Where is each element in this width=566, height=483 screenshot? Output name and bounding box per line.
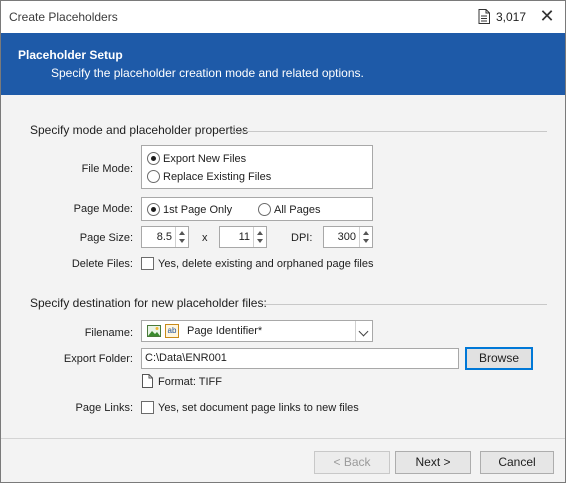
next-button[interactable]: Next >: [395, 451, 471, 474]
page-width-spinner[interactable]: 8.5: [141, 226, 189, 248]
format-text: Format: TIFF: [158, 376, 222, 388]
spin-down-icon[interactable]: [257, 239, 263, 243]
replace-existing-files-radio[interactable]: [147, 170, 160, 183]
dpi-spinner[interactable]: 300: [323, 226, 373, 248]
section-divider: [231, 131, 547, 132]
header-subtitle: Specify the placeholder creation mode an…: [51, 66, 364, 80]
file-mode-label: File Mode:: [81, 163, 133, 175]
export-folder-input[interactable]: C:\Data\ENR001: [141, 348, 459, 369]
back-button[interactable]: < Back: [314, 451, 390, 474]
filename-dropdown[interactable]: ab Page Identifier*: [141, 320, 373, 342]
all-pages-label: All Pages: [274, 204, 321, 216]
page-width-value: 8.5: [156, 231, 172, 243]
document-icon: [478, 9, 490, 24]
spinner-arrows[interactable]: [359, 227, 372, 247]
delete-files-text: Yes, delete existing and orphaned page f…: [158, 258, 374, 270]
spin-down-icon[interactable]: [363, 239, 369, 243]
browse-button[interactable]: Browse: [465, 347, 533, 370]
export-folder-value: C:\Data\ENR001: [145, 352, 227, 364]
section-divider: [263, 304, 547, 305]
export-new-files-radio[interactable]: [147, 152, 160, 165]
delete-files-label: Delete Files:: [71, 258, 133, 270]
page-mode-group: 1st Page Only All Pages: [141, 197, 373, 221]
page-links-text: Yes, set document page links to new file…: [158, 402, 359, 414]
spin-down-icon[interactable]: [179, 239, 185, 243]
file-icon: [142, 374, 153, 388]
page-links-label: Page Links:: [75, 402, 133, 414]
content-panel: Specify mode and placeholder properties …: [1, 95, 565, 438]
all-pages-radio[interactable]: [258, 203, 271, 216]
first-page-only-radio[interactable]: [147, 203, 160, 216]
create-placeholders-dialog: Create Placeholders 3,017 ✕ Placeholder …: [0, 0, 566, 483]
page-links-checkbox[interactable]: [141, 401, 154, 414]
spinner-arrows[interactable]: [175, 227, 188, 247]
close-icon[interactable]: ✕: [537, 5, 557, 27]
page-height-value: 11: [238, 231, 250, 243]
spin-up-icon[interactable]: [179, 231, 185, 235]
filename-value: Page Identifier*: [187, 325, 263, 337]
header-title: Placeholder Setup: [18, 48, 123, 62]
filename-label: Filename:: [84, 327, 133, 339]
cancel-button[interactable]: Cancel: [480, 451, 554, 474]
replace-existing-files-label: Replace Existing Files: [163, 171, 272, 183]
spin-up-icon[interactable]: [363, 231, 369, 235]
file-mode-group: Export New Files Replace Existing Files: [141, 145, 373, 189]
dpi-label: DPI:: [291, 232, 313, 244]
document-count: 3,017: [496, 10, 527, 24]
page-height-spinner[interactable]: 11: [219, 226, 267, 248]
spin-up-icon[interactable]: [257, 231, 263, 235]
delete-files-checkbox[interactable]: [141, 257, 154, 270]
spinner-arrows[interactable]: [253, 227, 266, 247]
footer-bar: < Back Next > Cancel: [1, 438, 565, 482]
text-field-icon: ab: [165, 324, 179, 338]
dpi-value: 300: [337, 231, 356, 243]
first-page-only-label: 1st Page Only: [163, 204, 233, 216]
title-bar: Create Placeholders 3,017 ✕: [1, 1, 565, 33]
window-title: Create Placeholders: [9, 10, 118, 24]
size-separator: x: [202, 232, 208, 244]
destination-section-title: Specify destination for new placeholder …: [30, 296, 267, 310]
image-icon: [147, 325, 161, 337]
export-new-files-label: Export New Files: [163, 153, 247, 165]
page-mode-label: Page Mode:: [73, 203, 133, 215]
page-size-label: Page Size:: [79, 232, 133, 244]
export-folder-label: Export Folder:: [63, 353, 133, 365]
header-band: Placeholder Setup Specify the placeholde…: [1, 33, 565, 95]
mode-section-title: Specify mode and placeholder properties: [30, 123, 249, 137]
chevron-down-icon[interactable]: [355, 321, 372, 341]
